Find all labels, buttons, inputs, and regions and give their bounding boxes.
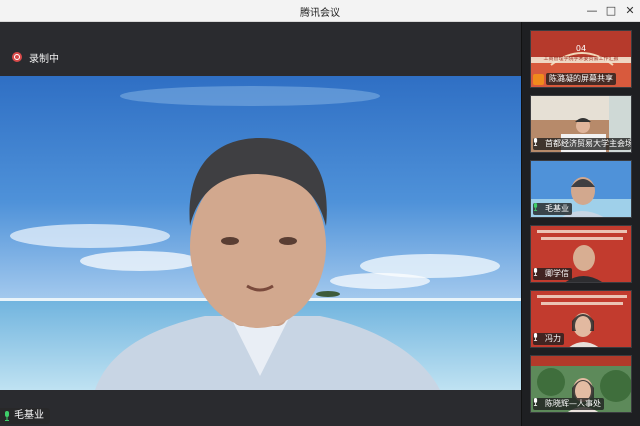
- slide-caption: 工商管理学院学术委员会工作汇报: [543, 56, 619, 62]
- record-dot-icon: [12, 52, 22, 62]
- participant-tile[interactable]: 冯力: [530, 290, 632, 348]
- participant-tile-active-speaker[interactable]: 毛基业: [530, 160, 632, 218]
- participant-label: 冯力: [533, 333, 564, 345]
- mic-icon: [5, 411, 9, 421]
- mic-icon: [533, 268, 538, 276]
- participant-label: 毛基业: [533, 203, 572, 215]
- main-speaker-name-tag: 毛基业: [0, 408, 50, 424]
- mic-icon: [533, 203, 538, 211]
- mic-icon: [533, 138, 538, 146]
- mic-icon: [533, 333, 538, 341]
- maximize-icon[interactable]: □: [603, 3, 619, 19]
- participant-label: 卿学信: [533, 268, 572, 280]
- participant-label: 首都经济贸易大学主会场: [533, 138, 631, 150]
- main-video-frame: [0, 76, 521, 390]
- close-icon[interactable]: ✕: [622, 3, 638, 19]
- participant-tile[interactable]: 陈晓辉—人事处: [530, 355, 632, 413]
- minimize-icon[interactable]: —: [584, 3, 600, 19]
- main-stage: 录制中 毛基业: [0, 22, 521, 426]
- video-footer: 毛基业: [0, 390, 521, 426]
- participant-tile-screen-share[interactable]: 04 工商管理学院学术委员会工作汇报 陈潞凝的屏幕共享: [530, 30, 632, 88]
- screen-share-icon: [533, 74, 544, 85]
- recording-label: 录制中: [29, 54, 59, 65]
- meeting-window: 腾讯会议 — □ ✕ 录制中 毛基业 04 工商管理学院学术委员会工作汇报 陈潞…: [0, 0, 640, 426]
- participant-list[interactable]: 04 工商管理学院学术委员会工作汇报 陈潞凝的屏幕共享 首都经济贸易大学主会场: [521, 22, 640, 426]
- title-bar: 腾讯会议 — □ ✕: [0, 0, 640, 22]
- participant-tile[interactable]: 卿学信: [530, 225, 632, 283]
- participant-tile-main-venue[interactable]: 首都经济贸易大学主会场: [530, 95, 632, 153]
- mic-icon: [533, 398, 538, 406]
- participant-label: 陈潞凝的屏幕共享: [546, 73, 616, 85]
- main-video[interactable]: [0, 76, 521, 390]
- slide-number: 04: [575, 44, 587, 53]
- window-title: 腾讯会议: [300, 8, 340, 19]
- main-speaker-name: 毛基业: [14, 410, 44, 421]
- participant-label: 陈晓辉—人事处: [533, 398, 604, 410]
